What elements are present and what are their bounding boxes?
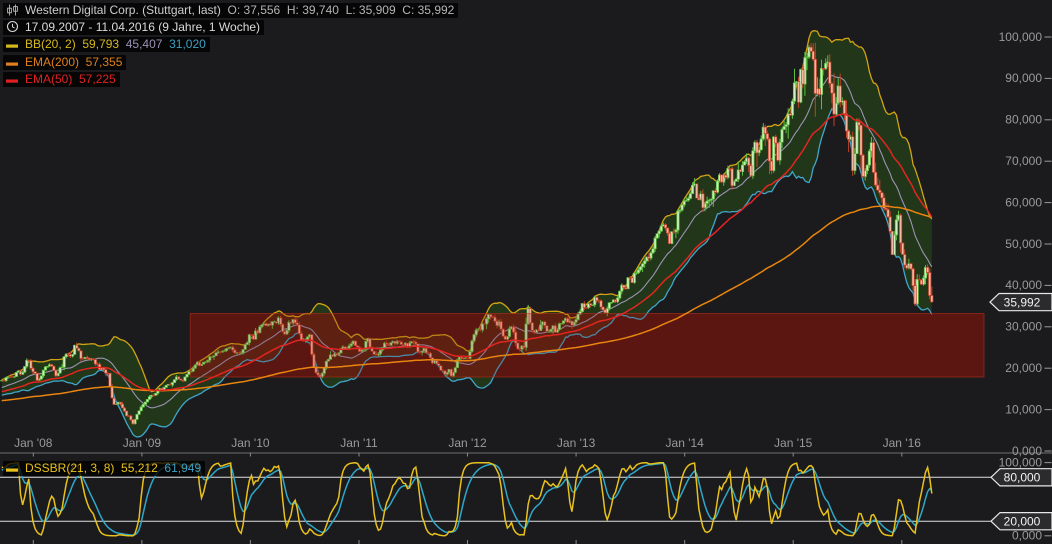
svg-text:Jan '15: Jan '15 — [774, 436, 813, 450]
svg-text:Jan '09: Jan '09 — [123, 436, 162, 450]
svg-text:Jan '10: Jan '10 — [231, 436, 270, 450]
svg-text:100,000: 100,000 — [999, 455, 1043, 469]
svg-text:90,000: 90,000 — [1005, 71, 1042, 85]
svg-text:30,000: 30,000 — [1005, 320, 1042, 334]
svg-text:100,000: 100,000 — [999, 30, 1043, 44]
svg-text:Jan '11: Jan '11 — [340, 436, 378, 450]
svg-text:Jan '08: Jan '08 — [14, 436, 53, 450]
svg-text:60,000: 60,000 — [1005, 195, 1042, 209]
svg-text:35,992: 35,992 — [1004, 295, 1041, 309]
svg-text:70,000: 70,000 — [1005, 154, 1042, 168]
svg-text:Jan '12: Jan '12 — [448, 436, 487, 450]
svg-text:Jan '13: Jan '13 — [557, 436, 596, 450]
svg-text:20,000: 20,000 — [1005, 361, 1042, 375]
svg-text:80,000: 80,000 — [1004, 471, 1041, 485]
svg-text:0,000: 0,000 — [1012, 529, 1042, 543]
svg-text:10,000: 10,000 — [1005, 402, 1042, 416]
svg-text:80,000: 80,000 — [1005, 113, 1042, 127]
svg-text:50,000: 50,000 — [1005, 237, 1042, 251]
svg-text:40,000: 40,000 — [1005, 278, 1042, 292]
svg-text:Jan '14: Jan '14 — [666, 436, 705, 450]
svg-text:Jan '16: Jan '16 — [883, 436, 922, 450]
svg-text:20,000: 20,000 — [1004, 514, 1041, 528]
